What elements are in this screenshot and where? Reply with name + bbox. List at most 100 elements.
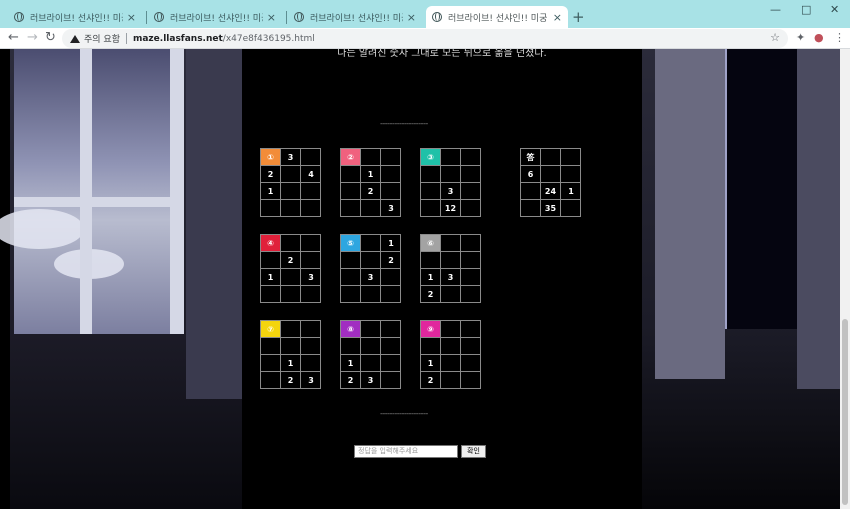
back-icon[interactable]: ← — [8, 30, 19, 45]
puzzle-cell — [441, 252, 461, 269]
puzzle-cell — [261, 372, 281, 389]
puzzle-cell — [381, 286, 401, 303]
puzzle-cell — [521, 183, 541, 200]
bookmark-star-icon[interactable]: ☆ — [770, 31, 780, 44]
close-icon[interactable]: × — [553, 11, 562, 24]
puzzle-cell — [461, 149, 481, 166]
puzzle-cell — [441, 372, 461, 389]
puzzle-cell — [421, 338, 441, 355]
menu-kebab-icon[interactable]: ⋮ — [834, 31, 845, 44]
puzzle-cell — [361, 321, 381, 338]
address-bar[interactable]: 주의 요함 maze.llasfans.net/x47e8f436195.htm… — [62, 29, 788, 48]
divider-top: -------------------- — [380, 119, 428, 128]
puzzle-cell: 3 — [441, 183, 461, 200]
puzzle-cell — [461, 252, 481, 269]
page-content: 나는 알려진 숫자 그대로 모든 뒤으로 옮을 던졌다. -----------… — [0, 49, 850, 509]
tab-separator — [286, 11, 287, 24]
window-close-icon[interactable]: ✕ — [830, 3, 839, 16]
puzzle-cell: 2 — [341, 372, 361, 389]
puzzle-cell — [381, 321, 401, 338]
puzzle-cell — [381, 372, 401, 389]
globe-icon — [14, 12, 24, 22]
puzzle-label-badge: ① — [261, 149, 281, 166]
puzzle-cell — [381, 269, 401, 286]
globe-icon — [432, 12, 442, 22]
tab-strip: 러브라이브! 선샤인!! 미궁 × 러브라이브! 선샤인!! 미궁 × 러브라이… — [0, 0, 850, 28]
puzzle-cell — [361, 149, 381, 166]
puzzle-cell — [461, 166, 481, 183]
submit-button[interactable]: 확인 — [461, 445, 486, 458]
puzzle-cell — [361, 338, 381, 355]
browser-tab-3[interactable]: 러브라이브! 선샤인!! 미궁 × — [288, 6, 422, 28]
puzzle-cell — [261, 286, 281, 303]
maximize-icon[interactable]: □ — [801, 3, 811, 16]
close-icon[interactable]: × — [127, 11, 136, 24]
puzzle-cell: 1 — [261, 183, 281, 200]
puzzle-cell: 3 — [361, 269, 381, 286]
puzzle-cell — [301, 235, 321, 252]
close-icon[interactable]: × — [267, 11, 276, 24]
forward-icon[interactable]: → — [27, 30, 38, 45]
puzzle-cell — [361, 235, 381, 252]
puzzle-cell — [421, 166, 441, 183]
puzzle-cell — [421, 183, 441, 200]
tab-title: 러브라이브! 선샤인!! 미궁 — [310, 13, 403, 24]
puzzle-grid: ③ 3 12 — [420, 148, 481, 217]
puzzle-cell — [461, 286, 481, 303]
browser-tab-4-active[interactable]: 러브라이브! 선샤인!! 미궁 × — [426, 6, 568, 28]
puzzle-cell: 3 — [441, 269, 461, 286]
puzzle-cell: 1 — [381, 235, 401, 252]
puzzle-cell — [301, 183, 321, 200]
answer-input[interactable]: 정답을 입력해주세요 — [354, 445, 458, 458]
puzzle-cell: 12 — [441, 200, 461, 217]
reload-icon[interactable]: ↻ — [45, 30, 56, 45]
puzzle-cell — [301, 252, 321, 269]
url-host: maze.llasfans.net — [132, 33, 223, 44]
puzzle-cell — [561, 200, 581, 217]
puzzle-cell — [361, 252, 381, 269]
puzzle-cell — [341, 252, 361, 269]
puzzle-label-badge: ⑨ — [421, 321, 441, 338]
minimize-icon[interactable]: — — [770, 3, 781, 16]
close-icon[interactable]: × — [407, 11, 416, 24]
puzzle-label-badge: ⑦ — [261, 321, 281, 338]
puzzle-cell: 1 — [421, 269, 441, 286]
new-tab-button[interactable]: + — [572, 8, 585, 26]
puzzle-cell — [461, 321, 481, 338]
puzzle-label-badge: ⑥ — [421, 235, 441, 252]
divider — [125, 33, 127, 44]
window-frame — [14, 197, 184, 207]
browser-tab-2[interactable]: 러브라이브! 선샤인!! 미궁 × — [148, 6, 282, 28]
puzzle-grid: ⑥ 132 — [420, 234, 481, 303]
puzzle-cell: 4 — [301, 166, 321, 183]
puzzle-cell — [381, 183, 401, 200]
profile-avatar[interactable]: ● — [814, 31, 824, 44]
puzzle-grid: 答 6 24 1 35 — [520, 148, 581, 217]
scrollbar-thumb[interactable] — [842, 319, 848, 505]
puzzle-cell — [281, 338, 301, 355]
puzzle-cell: 3 — [361, 372, 381, 389]
globe-icon — [154, 12, 164, 22]
puzzle-cell — [301, 338, 321, 355]
puzzle-cell — [261, 252, 281, 269]
security-status[interactable]: 주의 요함 — [84, 32, 120, 45]
puzzle-cell — [361, 355, 381, 372]
puzzle-cell — [461, 338, 481, 355]
extensions-puzzle-icon[interactable]: ✦ — [796, 31, 805, 44]
puzzle-cell — [561, 166, 581, 183]
puzzle-cell: 3 — [388, 204, 394, 213]
toolbar: ← → ↻ 주의 요함 maze.llasfans.net/x47e8f4361… — [0, 28, 850, 49]
background-pillar — [186, 49, 242, 399]
browser-tab-1[interactable]: 러브라이브! 선샤인!! 미궁 × — [8, 6, 142, 28]
puzzle-cell — [461, 372, 481, 389]
puzzle-label-badge: ② — [341, 149, 361, 166]
puzzle-cell — [421, 200, 441, 217]
puzzle-cell — [381, 166, 401, 183]
tab-separator — [146, 11, 147, 24]
puzzle-cell: 3 — [308, 376, 314, 385]
puzzle-cell — [281, 166, 301, 183]
puzzle-cell — [461, 235, 481, 252]
puzzle-label-badge: 答 — [521, 149, 541, 166]
puzzle-cell — [381, 149, 401, 166]
puzzle-cell: 3 — [281, 149, 301, 166]
